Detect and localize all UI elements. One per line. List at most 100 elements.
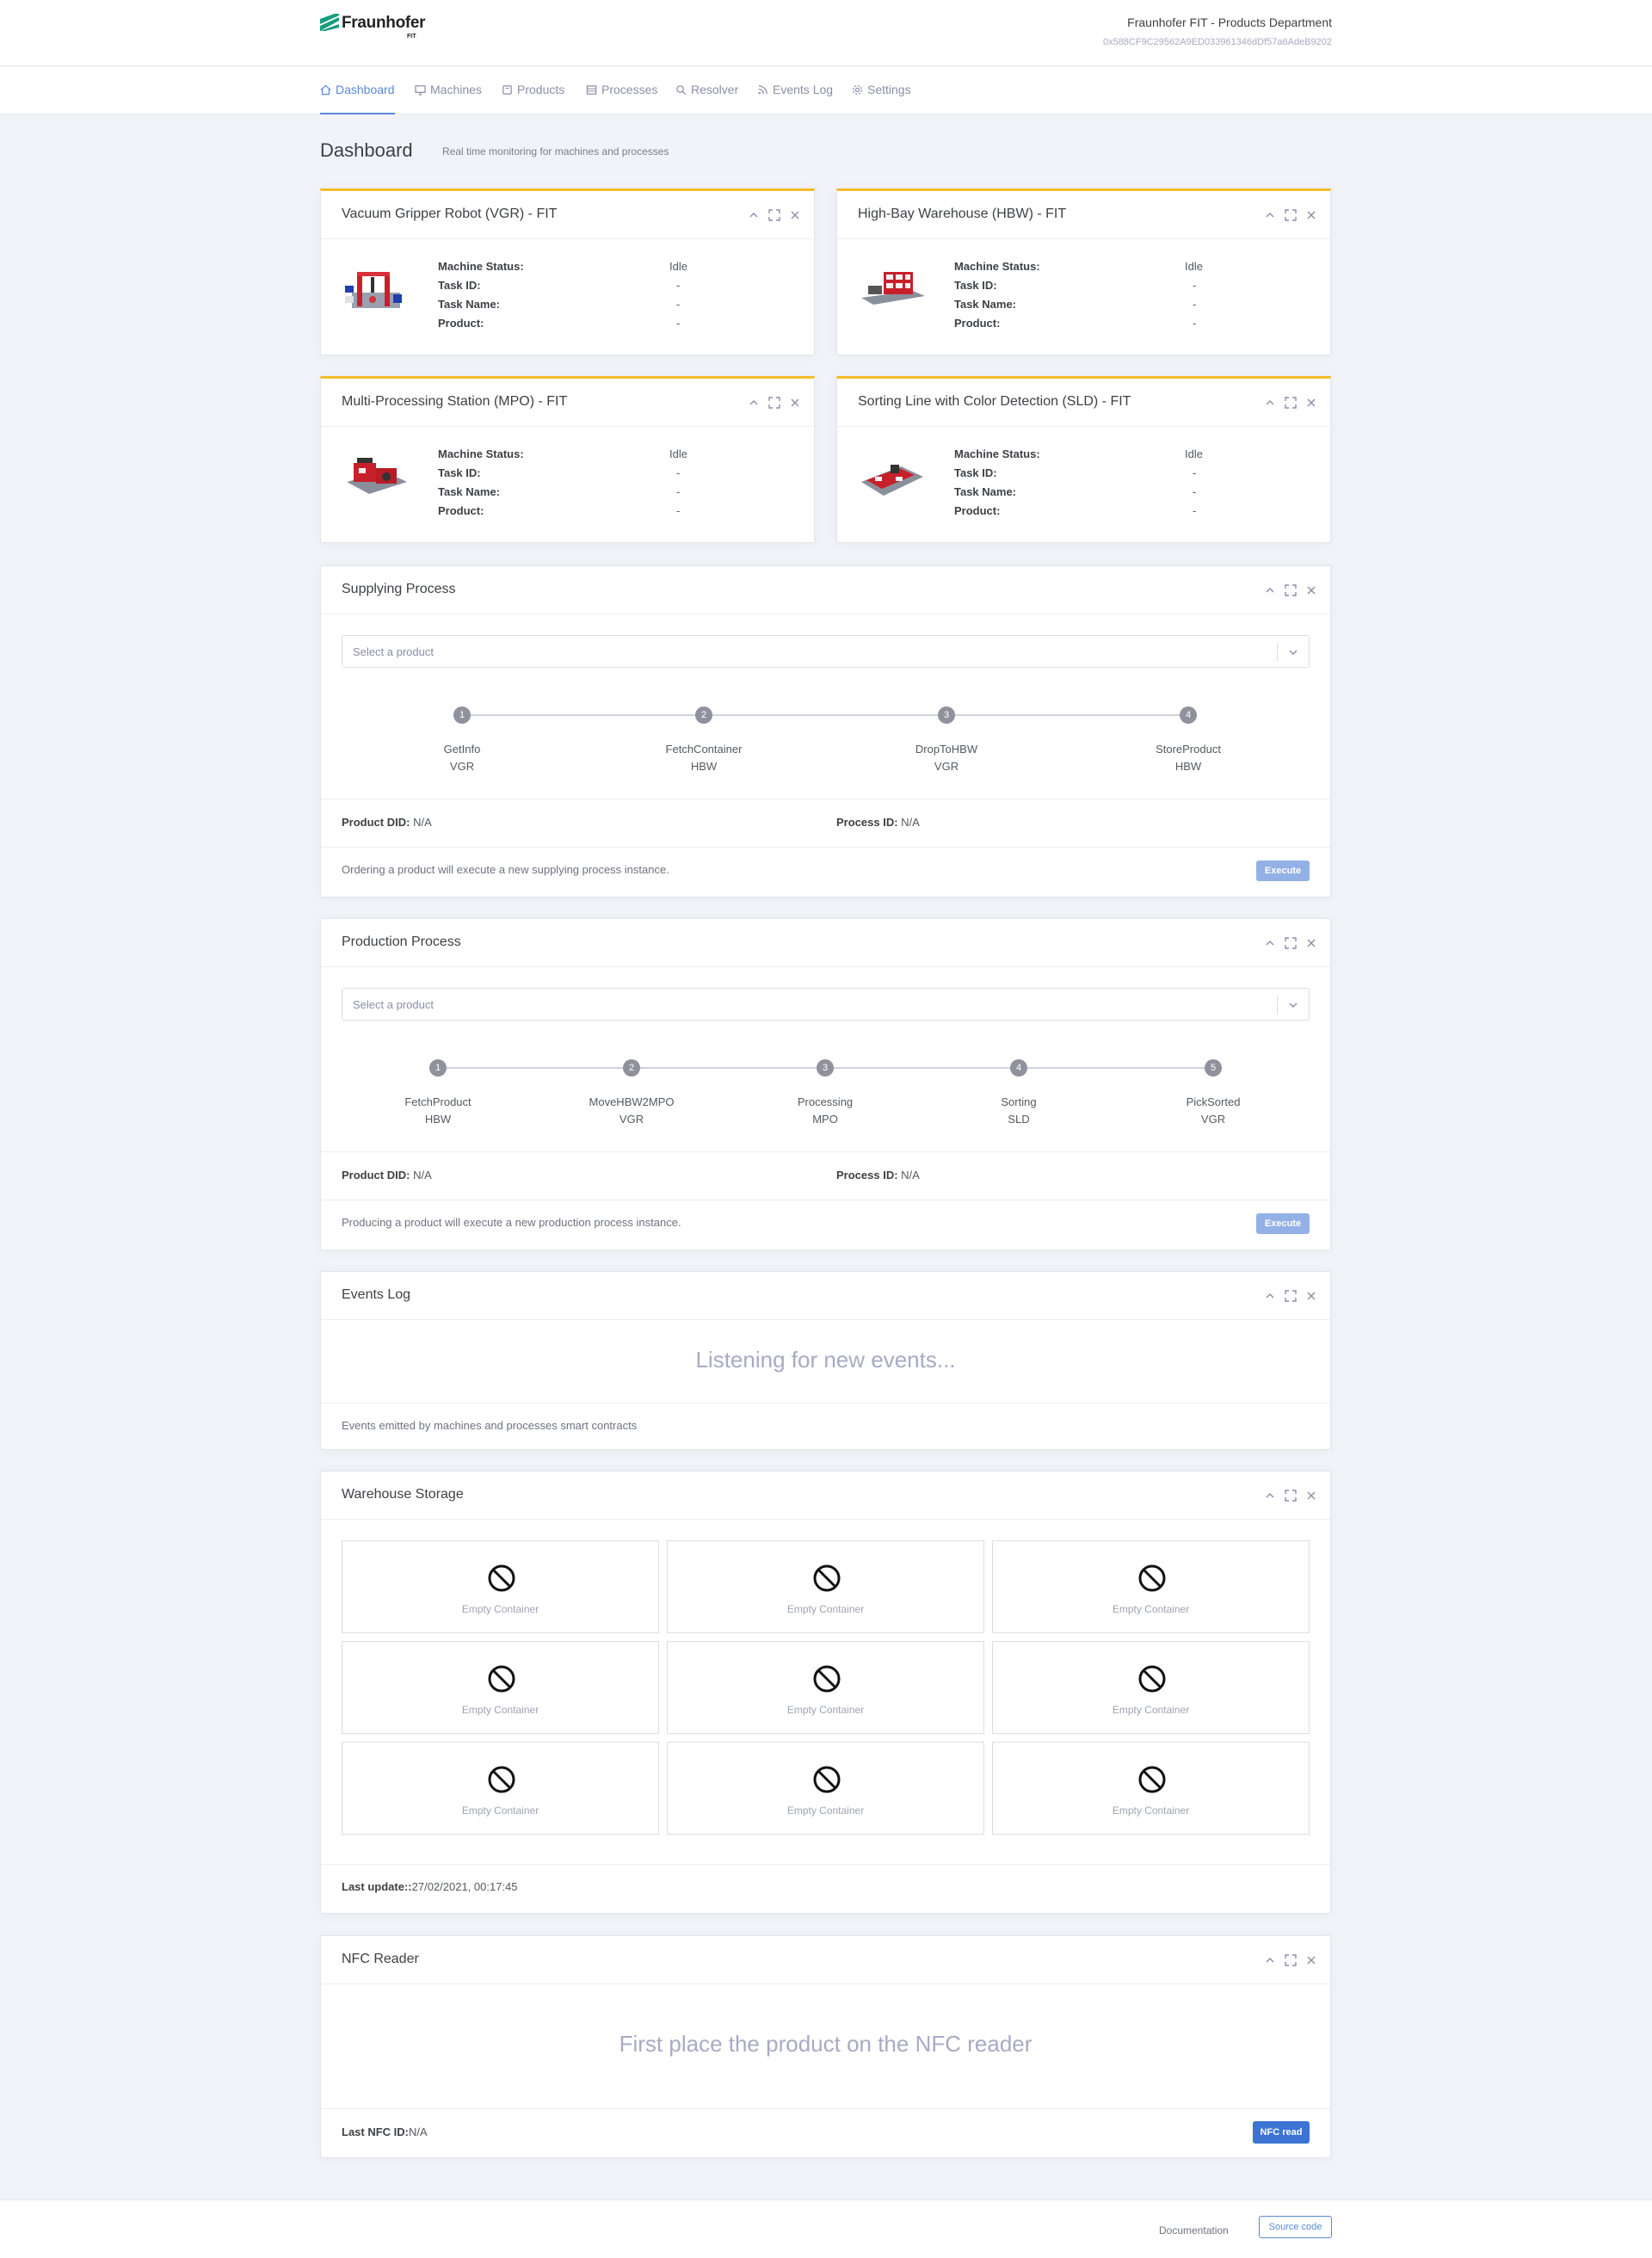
fullscreen-icon[interactable] — [1284, 1489, 1298, 1502]
documentation-link[interactable]: Documentation — [1159, 2224, 1229, 2236]
fullscreen-icon[interactable] — [1284, 396, 1298, 410]
fullscreen-icon[interactable] — [767, 208, 781, 222]
card-footnote: Producing a product will execute a new p… — [342, 1216, 681, 1229]
card-tools — [1256, 1289, 1318, 1303]
chevron-up-icon[interactable] — [1263, 1489, 1277, 1502]
step-name: MoveHBW2MPO — [589, 1095, 675, 1108]
page-title: Dashboard — [320, 139, 413, 161]
chevron-up-icon[interactable] — [747, 396, 761, 410]
step-name: DropToHBW — [915, 743, 978, 756]
step-name: FetchContainer — [665, 743, 743, 756]
nav-item-settings[interactable]: Settings — [852, 67, 911, 114]
close-icon[interactable] — [1304, 1489, 1318, 1502]
storage-slot[interactable]: Empty Container — [342, 1540, 659, 1633]
fraunhofer-logo[interactable]: Fraunhofer FIT — [320, 14, 426, 41]
storage-slot[interactable]: Empty Container — [992, 1742, 1310, 1835]
storage-slot[interactable]: Empty Container — [342, 1742, 659, 1835]
nav-item-processes[interactable]: Processes — [586, 67, 657, 114]
task-id-value: - — [1193, 466, 1197, 479]
chevron-up-icon[interactable] — [747, 208, 761, 222]
product-value: - — [1193, 317, 1197, 330]
empty-slot-icon — [1138, 1766, 1166, 1793]
storage-slot[interactable]: Empty Container — [667, 1540, 984, 1633]
nfc-read-button[interactable]: NFC read — [1253, 2121, 1310, 2144]
card-footnote: Events emitted by machines and processes… — [342, 1419, 638, 1432]
supplying-process-card: Supplying Process Select a product 1 2 3… — [320, 565, 1331, 898]
step-label: GetInfo VGR — [393, 741, 531, 775]
close-icon[interactable] — [1304, 1953, 1318, 1967]
chevron-up-icon[interactable] — [1263, 1953, 1277, 1967]
logo-subtext: FIT — [407, 34, 416, 40]
product-label: Product: — [438, 504, 484, 517]
execute-button[interactable]: Execute — [1256, 1213, 1310, 1234]
chevron-up-icon[interactable] — [1263, 583, 1277, 597]
card-tools — [740, 208, 802, 222]
nav-label: Events Log — [773, 83, 834, 96]
fullscreen-icon[interactable] — [1284, 1289, 1298, 1303]
fraunhofer-mark-icon — [320, 14, 339, 31]
nav-item-products[interactable]: Products — [502, 67, 564, 114]
logo-text: Fraunhofer — [342, 14, 426, 32]
machine-status-label: Machine Status: — [954, 447, 1040, 460]
storage-slot[interactable]: Empty Container — [342, 1641, 659, 1734]
task-id-value: - — [676, 279, 681, 292]
chevron-up-icon[interactable] — [1263, 936, 1277, 950]
product-select[interactable]: Select a product — [342, 635, 1310, 668]
fullscreen-icon[interactable] — [767, 396, 781, 410]
close-icon[interactable] — [1304, 396, 1318, 410]
step-badge: 1 — [453, 706, 471, 724]
execute-button[interactable]: Execute — [1256, 861, 1310, 881]
product-select[interactable]: Select a product — [342, 988, 1310, 1021]
select-divider — [1277, 996, 1278, 1015]
process-id-value: N/A — [901, 1169, 920, 1181]
task-name-label: Task Name: — [954, 298, 1017, 311]
fullscreen-icon[interactable] — [1284, 936, 1298, 950]
source-code-button[interactable]: Source code — [1259, 2216, 1332, 2238]
close-icon[interactable] — [1304, 1289, 1318, 1303]
card-header: High-Bay Warehouse (HBW) - FIT — [837, 191, 1330, 239]
card-header: Vacuum Gripper Robot (VGR) - FIT — [321, 191, 814, 239]
card-header: Supplying Process — [321, 566, 1330, 614]
product-did: Product DID: N/A — [342, 1169, 432, 1181]
nav-label: Machines — [430, 83, 482, 96]
chevron-down-icon — [1289, 1003, 1298, 1008]
step-badge: 3 — [817, 1059, 834, 1077]
close-icon[interactable] — [1304, 936, 1318, 950]
chevron-down-icon — [1289, 650, 1298, 655]
close-icon[interactable] — [1304, 583, 1318, 597]
close-icon[interactable] — [1304, 208, 1318, 222]
divider — [321, 1151, 1330, 1152]
fullscreen-icon[interactable] — [1284, 583, 1298, 597]
fullscreen-icon[interactable] — [1284, 208, 1298, 222]
step-label: MoveHBW2MPO VGR — [563, 1094, 700, 1128]
product-label: Product: — [954, 504, 1001, 517]
storage-slot[interactable]: Empty Container — [667, 1641, 984, 1734]
fullscreen-icon[interactable] — [1284, 1953, 1298, 1967]
storage-slot[interactable]: Empty Container — [992, 1540, 1310, 1633]
close-icon[interactable] — [788, 208, 802, 222]
card-header: Multi-Processing Station (MPO) - FIT — [321, 379, 814, 427]
nfc-instruction-message: First place the product on the NFC reade… — [619, 2031, 1032, 2057]
nav-item-events-log[interactable]: Events Log — [757, 67, 833, 114]
chevron-up-icon[interactable] — [1263, 208, 1277, 222]
close-icon[interactable] — [788, 396, 802, 410]
nav-label: Settings — [867, 83, 911, 96]
nav-item-dashboard[interactable]: Dashboard — [320, 67, 395, 114]
step-name: PickSorted — [1186, 1095, 1241, 1108]
machine-status-value: Idle — [669, 447, 687, 460]
step-name: Sorting — [1001, 1095, 1037, 1108]
chevron-up-icon[interactable] — [1263, 1289, 1277, 1303]
step-machine: VGR — [1200, 1113, 1226, 1126]
main-nav: Dashboard Machines Products Processes Re… — [0, 67, 1652, 114]
step-label: Processing MPO — [756, 1094, 894, 1128]
account-info: Fraunhofer FIT - Products Department 0x5… — [1103, 15, 1332, 47]
nav-item-machines[interactable]: Machines — [415, 67, 482, 114]
chevron-up-icon[interactable] — [1263, 396, 1277, 410]
org-name: Fraunhofer FIT - Products Department — [1127, 15, 1332, 29]
slot-label: Empty Container — [461, 1805, 539, 1817]
product-label: Product: — [954, 317, 1001, 330]
nav-item-resolver[interactable]: Resolver — [675, 67, 738, 114]
last-update-label: Last update:: — [342, 1880, 412, 1893]
storage-slot[interactable]: Empty Container — [667, 1742, 984, 1835]
storage-slot[interactable]: Empty Container — [992, 1641, 1310, 1734]
